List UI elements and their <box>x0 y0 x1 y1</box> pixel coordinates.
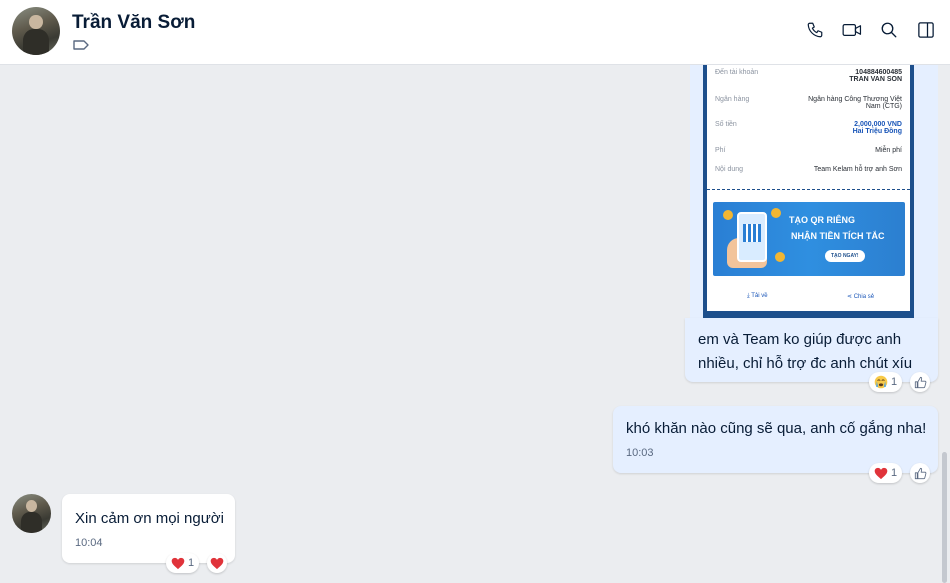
receipt-value-line1: 104884600485 <box>855 69 902 76</box>
reaction-summary[interactable]: 1 <box>166 553 200 573</box>
message-text: em và Team ko giúp được anh nhiều, chỉ h… <box>698 331 913 372</box>
qr-code-illustration <box>743 224 761 242</box>
sent-message[interactable]: em và Team ko giúp được anh nhiều, chỉ h… <box>685 318 938 382</box>
receipt-actions: ⤓ Tải về ⋖ Chia sẻ <box>707 291 910 305</box>
receipt-share: ⋖ Chia sẻ <box>847 294 875 300</box>
react-heart-button[interactable] <box>207 553 227 573</box>
receipt-value: Ngân hàng Công Thương Việt Nam (CTG) <box>808 96 902 110</box>
reaction-count: 1 <box>891 467 898 479</box>
receipt-value: Miễn phí <box>875 147 902 154</box>
receipt-value-line2: Nam (CTG) <box>865 103 902 110</box>
receipt-value: 2,000,000 VND Hai Triệu Đồng <box>853 121 902 135</box>
receipt-row-bank: Ngân hàng Ngân hàng Công Thương Việt Nam … <box>715 96 902 110</box>
receipt-image[interactable]: Đến tài khoản 104884600485 TRAN VAN SON N… <box>703 65 914 319</box>
receipt-card: Đến tài khoản 104884600485 TRAN VAN SON N… <box>707 65 910 311</box>
receipt-label: Ngân hàng <box>715 96 750 103</box>
coin-illustration <box>723 210 733 220</box>
thumbs-up-icon <box>914 376 926 388</box>
receipt-label: Đến tài khoản <box>715 69 759 76</box>
receipt-label: Số tiền <box>715 121 737 128</box>
message-time: 10:04 <box>75 537 103 549</box>
contact-name[interactable]: Trần Văn Sơn <box>72 12 195 34</box>
thumbs-up-icon <box>914 467 926 479</box>
reaction-count: 1 <box>188 557 195 569</box>
search-icon[interactable] <box>879 19 899 41</box>
avatar-head-shape <box>29 14 43 30</box>
video-call-icon[interactable] <box>842 19 862 41</box>
receipt-label: Phí <box>715 147 726 154</box>
coin-illustration <box>775 252 785 262</box>
received-message[interactable]: Xin cảm ơn mọi người 10:04 <box>62 494 235 563</box>
reaction-summary[interactable]: 1 <box>869 372 903 392</box>
coin-illustration <box>771 208 781 218</box>
download-label: Tải về <box>751 293 768 299</box>
share-label: Chia sẻ <box>853 294 875 300</box>
message-time: 10:03 <box>626 447 654 459</box>
receipt-value: Team Kelam hỗ trợ anh Sơn <box>813 166 902 173</box>
heart-emoji-icon <box>874 467 888 479</box>
reaction-summary[interactable]: 1 <box>869 463 903 483</box>
reaction-count: 1 <box>891 376 898 388</box>
receipt-value-line1: Ngân hàng Công Thương Việt <box>808 96 902 103</box>
receipt-label: Nội dung <box>715 166 744 173</box>
receipt-row-amount: Số tiền 2,000,000 VND Hai Triệu Đồng <box>715 121 902 135</box>
sender-avatar[interactable] <box>12 494 51 533</box>
receipt-download: ⤓ Tải về <box>747 293 768 299</box>
chat-header: Trần Văn Sơn <box>0 0 950 65</box>
avatar-head-shape <box>26 500 37 512</box>
receipt-row-account: Đến tài khoản 104884600485 TRAN VAN SON <box>715 69 902 83</box>
avatar-body-shape <box>22 29 50 55</box>
message-text: khó khăn nào cũng sẽ qua, anh cố gắng nh… <box>626 420 927 437</box>
promo-banner: TẠO QR RIÊNG NHẬN TIỀN TÍCH TẮC TẠO NGAY… <box>713 202 905 276</box>
crying-face-emoji-icon <box>874 375 888 389</box>
banner-button: TẠO NGAY! <box>825 250 865 262</box>
receipt-divider <box>707 189 910 190</box>
message-text: Xin cảm ơn mọi người <box>75 510 224 527</box>
receipt-row-fee: Phí Miễn phí <box>715 147 902 154</box>
receipt-row-note: Nội dung Team Kelam hỗ trợ anh Sơn <box>715 166 902 173</box>
heart-emoji-icon <box>210 557 224 569</box>
tag-icon[interactable] <box>73 40 89 50</box>
chat-scrollbar[interactable] <box>942 452 947 583</box>
heart-emoji-icon <box>171 557 185 569</box>
receipt-value-line2: TRAN VAN SON <box>849 76 902 83</box>
phone-icon[interactable] <box>805 19 825 41</box>
banner-title: TẠO QR RIÊNG <box>789 215 856 225</box>
avatar-body-shape <box>20 511 43 533</box>
like-button[interactable] <box>910 372 930 392</box>
receipt-value: 104884600485 TRAN VAN SON <box>849 69 902 83</box>
receipt-value-line2: Hai Triệu Đồng <box>852 128 902 135</box>
contact-avatar[interactable] <box>12 7 60 55</box>
sidebar-toggle-icon[interactable] <box>916 19 936 41</box>
header-actions <box>805 19 936 41</box>
banner-subtitle: NHẬN TIỀN TÍCH TẮC <box>791 231 885 241</box>
like-button[interactable] <box>910 463 930 483</box>
image-message[interactable]: Đến tài khoản 104884600485 TRAN VAN SON N… <box>690 65 938 319</box>
receipt-value-line1: 2,000,000 VND <box>854 121 902 128</box>
